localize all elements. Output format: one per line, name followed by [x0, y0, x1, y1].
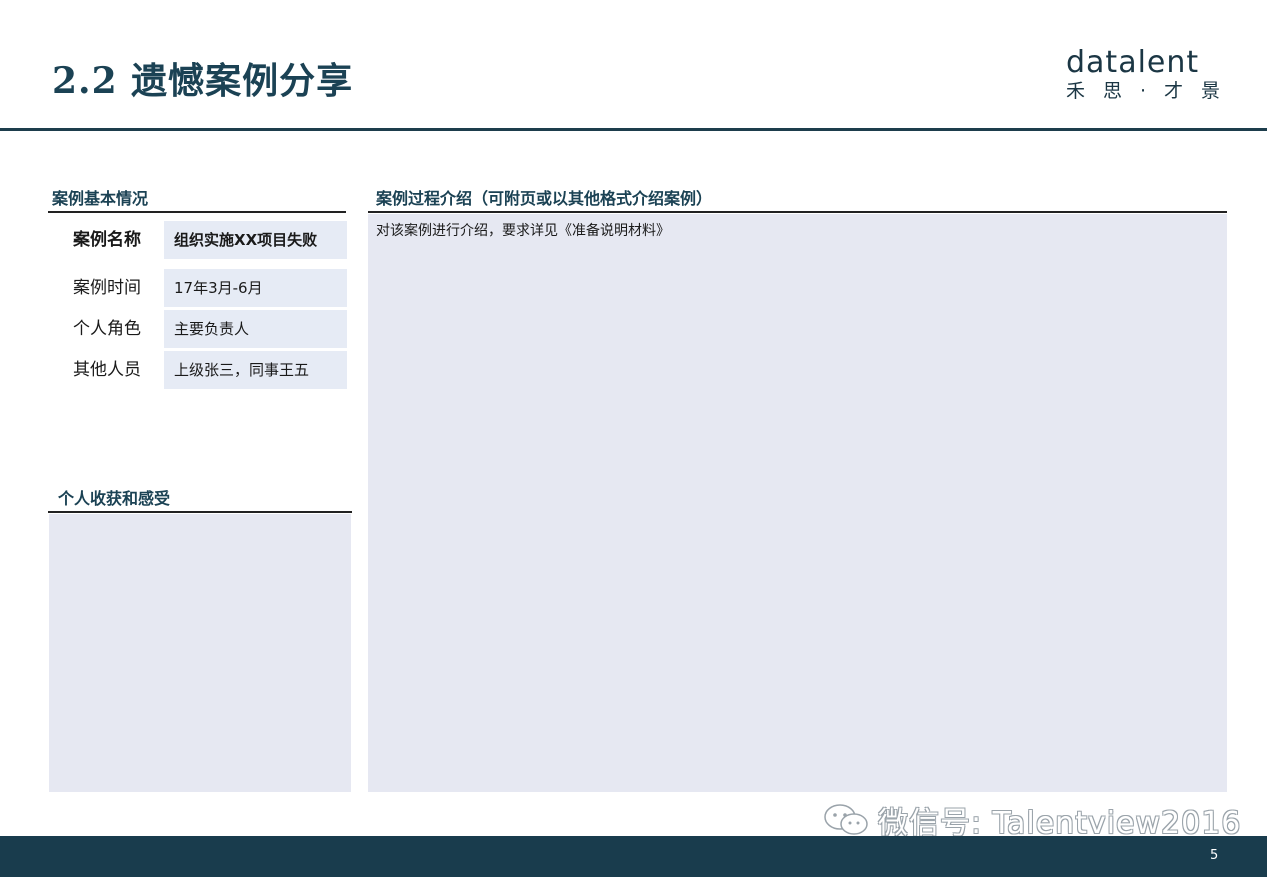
process-rule [368, 211, 1227, 213]
info-row-case-time: 案例时间 17年3月-6月 [52, 269, 347, 307]
basic-info-rule [48, 211, 346, 213]
gains-rule [48, 511, 352, 513]
company-logo: datalent 禾思·才景 [1066, 48, 1238, 104]
info-label: 案例时间 [52, 269, 162, 307]
logo-wordmark: datalent [1066, 45, 1200, 80]
info-row-others: 其他人员 上级张三，同事王五 [52, 351, 347, 389]
slide-title: 2.2 遗憾案例分享 [52, 60, 354, 102]
info-value: 上级张三，同事王五 [164, 351, 347, 389]
header-divider [0, 128, 1267, 131]
wechat-icon [824, 804, 868, 835]
process-body-text: 对该案例进行介绍，要求详见《准备说明材料》 [376, 223, 670, 239]
info-row-role: 个人角色 主要负责人 [52, 310, 347, 348]
info-value: 组织实施XX项目失败 [164, 221, 347, 259]
gains-panel[interactable] [49, 514, 351, 792]
info-label: 案例名称 [52, 221, 162, 259]
wechat-watermark: 微信号: Talentview2016 [822, 800, 1241, 841]
info-row-case-name: 案例名称 组织实施XX项目失败 [52, 221, 347, 259]
footer-bar [0, 836, 1267, 877]
info-label: 个人角色 [52, 310, 162, 348]
info-label: 其他人员 [52, 351, 162, 389]
page-number: 5 [1210, 848, 1219, 863]
process-panel[interactable]: 对该案例进行介绍，要求详见《准备说明材料》 [368, 214, 1227, 792]
process-heading: 案例过程介绍（可附页或以其他格式介绍案例） [376, 189, 713, 208]
logo-subtitle: 禾思·才景 [1066, 80, 1239, 102]
info-value: 17年3月-6月 [164, 269, 347, 307]
info-value: 主要负责人 [164, 310, 347, 348]
basic-info-heading: 案例基本情况 [52, 189, 149, 208]
gains-heading: 个人收获和感受 [58, 489, 171, 508]
